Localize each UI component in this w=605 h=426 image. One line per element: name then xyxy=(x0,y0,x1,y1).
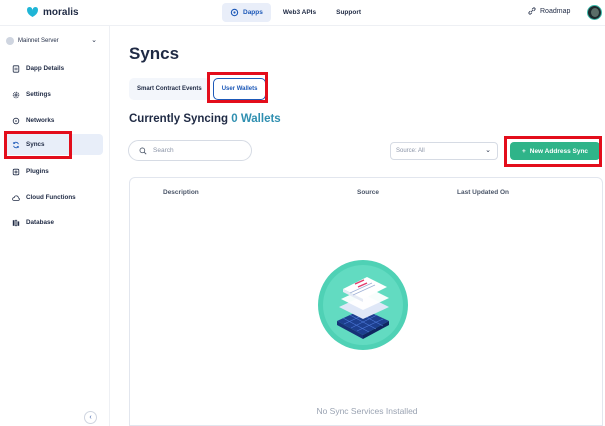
sidebar-item-label: Settings xyxy=(26,91,51,98)
sidebar-item-syncs[interactable]: Syncs xyxy=(4,134,103,155)
chevron-down-icon: ⌄ xyxy=(485,147,491,154)
tab-user-wallets[interactable]: User Wallets xyxy=(212,78,267,100)
sidebar-item-database[interactable]: Database xyxy=(4,212,103,233)
moralis-logo[interactable]: moralis xyxy=(26,6,79,18)
syncs-table: Description Source Last Updated On No Sy… xyxy=(129,177,603,426)
search-icon xyxy=(139,147,147,155)
syncing-label: Currently Syncing xyxy=(129,113,229,125)
syncing-summary: Currently Syncing 0 Wallets xyxy=(129,113,281,125)
moralis-logo-icon xyxy=(27,7,38,17)
column-header-last-updated: Last Updated On xyxy=(457,189,510,196)
sidebar-item-label: Syncs xyxy=(26,141,45,148)
sync-icon xyxy=(12,141,20,148)
collapse-sidebar-button[interactable]: ‹ xyxy=(84,411,97,424)
wallet-count: 0 Wallets xyxy=(231,113,281,125)
cloud-icon xyxy=(12,194,20,201)
new-address-sync-label: New Address Sync xyxy=(529,147,589,155)
plus-icon: + xyxy=(521,147,526,155)
gear-icon xyxy=(12,91,20,98)
link-icon xyxy=(528,7,536,15)
nav-tab-label: Web3 APIs xyxy=(282,9,317,16)
search-input[interactable]: Search xyxy=(128,140,252,161)
roadmap-label: Roadmap xyxy=(540,7,571,15)
sync-type-tabs: Smart Contract Events User Wallets xyxy=(129,78,267,100)
sidebar-item-label: Cloud Functions xyxy=(26,194,76,201)
sidebar-item-label: Dapp Details xyxy=(26,65,65,72)
sidebar: Mainnet Server ⌄ Dapp Details Settings N… xyxy=(0,26,110,426)
sidebar-item-networks[interactable]: Networks xyxy=(4,110,103,131)
source-filter-value: Source: All xyxy=(396,148,425,154)
page-title: Syncs xyxy=(129,44,180,63)
sidebar-item-plugins[interactable]: Plugins xyxy=(4,161,103,182)
database-icon xyxy=(12,219,20,226)
chevron-down-icon: ⌄ xyxy=(91,37,97,44)
column-header-source: Source xyxy=(357,189,380,196)
document-icon xyxy=(12,64,20,73)
nav-tab-web3-apis[interactable]: Web3 APIs xyxy=(275,3,324,22)
sidebar-item-cloud-functions[interactable]: Cloud Functions xyxy=(4,187,103,208)
server-status-icon xyxy=(6,37,14,45)
server-name: Mainnet Server xyxy=(18,38,59,44)
sidebar-item-settings[interactable]: Settings xyxy=(4,84,103,105)
source-filter-select[interactable]: Source: All ⌄ xyxy=(390,142,498,160)
network-icon xyxy=(12,117,20,124)
nav-tab-label: Support xyxy=(336,9,362,16)
sidebar-item-label: Database xyxy=(26,219,55,226)
search-placeholder: Search xyxy=(153,147,174,154)
sidebar-item-label: Plugins xyxy=(26,168,49,175)
new-address-sync-button[interactable]: + New Address Sync xyxy=(510,142,600,160)
column-header-description: Description xyxy=(163,189,199,196)
user-avatar[interactable] xyxy=(587,5,602,20)
server-selector[interactable]: Mainnet Server ⌄ xyxy=(6,34,103,48)
nav-tab-dapps[interactable]: Dapps xyxy=(222,3,271,22)
sidebar-item-label: Networks xyxy=(26,117,55,124)
tab-smart-contract-events[interactable]: Smart Contract Events xyxy=(129,78,210,100)
sidebar-item-dapp-details[interactable]: Dapp Details xyxy=(4,58,103,79)
nav-tab-label: Dapps xyxy=(243,9,263,16)
empty-state-illustration xyxy=(318,260,408,350)
dapps-icon xyxy=(230,8,239,17)
nav-tab-support[interactable]: Support xyxy=(328,3,369,22)
top-navigation: moralis Dapps Web3 APIs Support Roadmap xyxy=(0,0,605,26)
empty-state-message: No Sync Services Installed xyxy=(316,406,418,416)
app-name: moralis xyxy=(43,6,79,18)
main-nav-tabs: Dapps Web3 APIs Support xyxy=(222,3,369,22)
plugin-icon xyxy=(12,168,20,175)
roadmap-link[interactable]: Roadmap xyxy=(528,7,570,15)
